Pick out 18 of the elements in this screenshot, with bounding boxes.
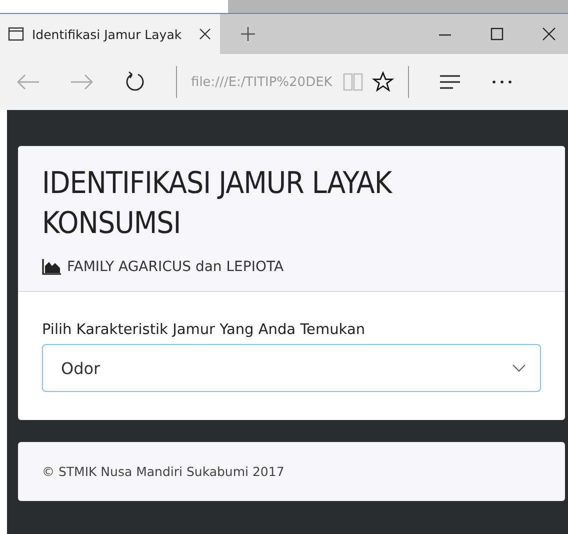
tab-title: Identifikasi Jamur Layak — [32, 26, 183, 42]
chevron-icon — [512, 364, 526, 372]
more-icon[interactable] — [491, 79, 514, 85]
characteristic-select[interactable]: Odor — [42, 344, 541, 392]
browser-tab[interactable]: Identifikasi Jamur Layak — [0, 14, 220, 54]
window-icon — [8, 27, 24, 41]
new-tab-icon[interactable] — [240, 26, 256, 42]
menu-icon[interactable] — [439, 74, 462, 90]
copyright-text: © STMIK Nusa Mandiri Sukabumi 2017 — [42, 464, 284, 479]
close-icon[interactable] — [198, 27, 212, 41]
field-label: Pilih Karakteristik Jamur Yang Anda Temukan — [42, 322, 366, 338]
subtitle: FAMILY AGARICUS dan LEPIOTA — [67, 258, 284, 274]
maximize-icon[interactable] — [490, 27, 504, 41]
star-icon[interactable] — [372, 71, 394, 93]
page-title: IDENTIFIKASI JAMUR LAYAK KONSUMSI — [42, 165, 394, 243]
area-chart-icon — [42, 258, 62, 275]
close-icon[interactable] — [542, 27, 556, 41]
refresh-icon[interactable] — [124, 71, 146, 93]
